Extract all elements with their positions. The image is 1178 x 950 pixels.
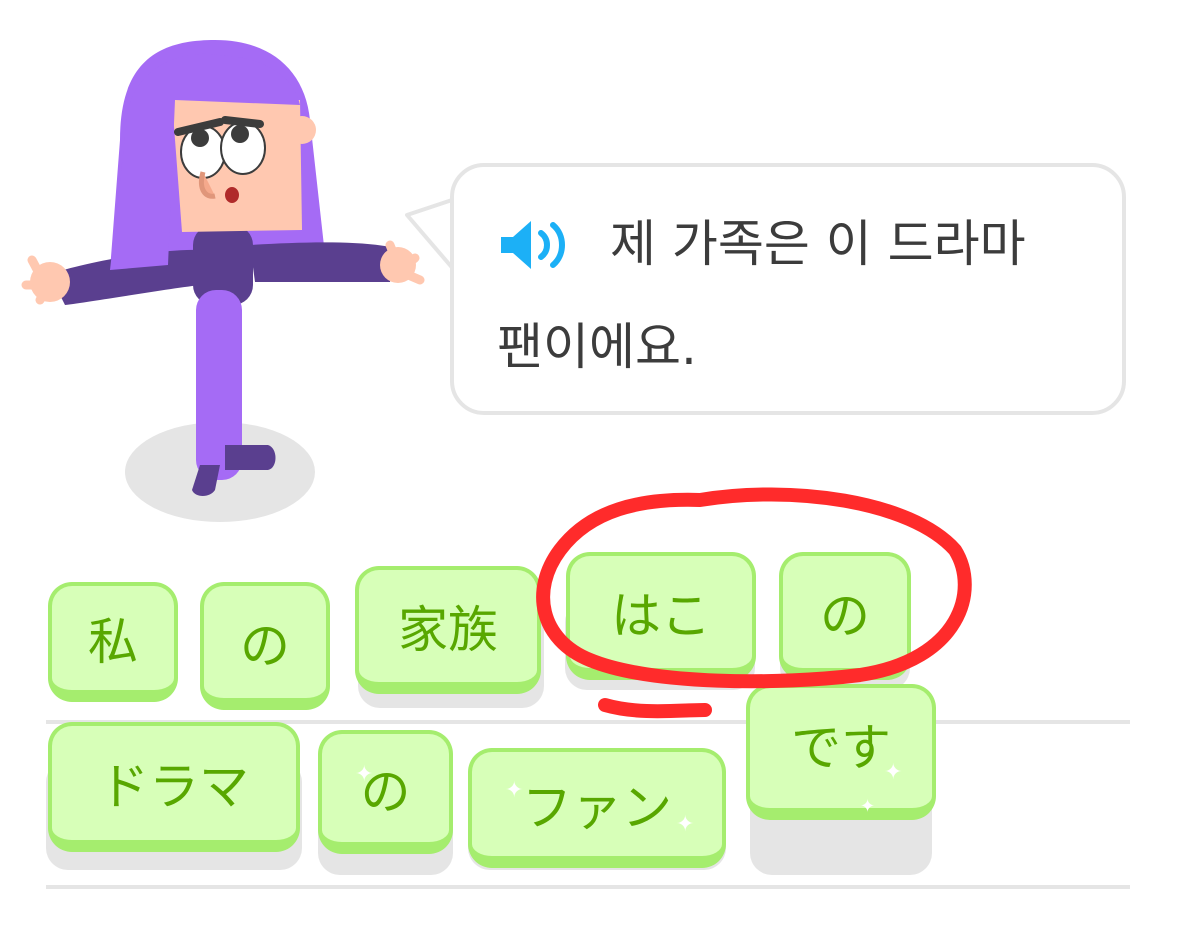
word-tile[interactable]: はこ bbox=[566, 552, 756, 680]
speech-bubble bbox=[450, 163, 1126, 415]
prompt-text-line-2: 팬이에요. bbox=[497, 318, 697, 376]
character-illustration bbox=[21, 40, 425, 522]
word-tile[interactable]: の bbox=[779, 552, 911, 680]
word-tile[interactable]: です bbox=[746, 684, 936, 820]
answer-line-2 bbox=[46, 885, 1130, 889]
prompt-text-line-1: 제 가족은 이 드라마 bbox=[610, 215, 1026, 273]
word-tile[interactable]: の bbox=[200, 582, 330, 710]
word-tile[interactable]: ファン bbox=[468, 748, 726, 868]
word-tile[interactable]: 私 bbox=[48, 582, 178, 702]
word-tile[interactable]: の bbox=[318, 730, 453, 854]
word-tile[interactable]: 家族 bbox=[355, 566, 541, 694]
speaker-icon[interactable] bbox=[497, 215, 577, 275]
word-tile[interactable]: ドラマ bbox=[48, 722, 300, 852]
